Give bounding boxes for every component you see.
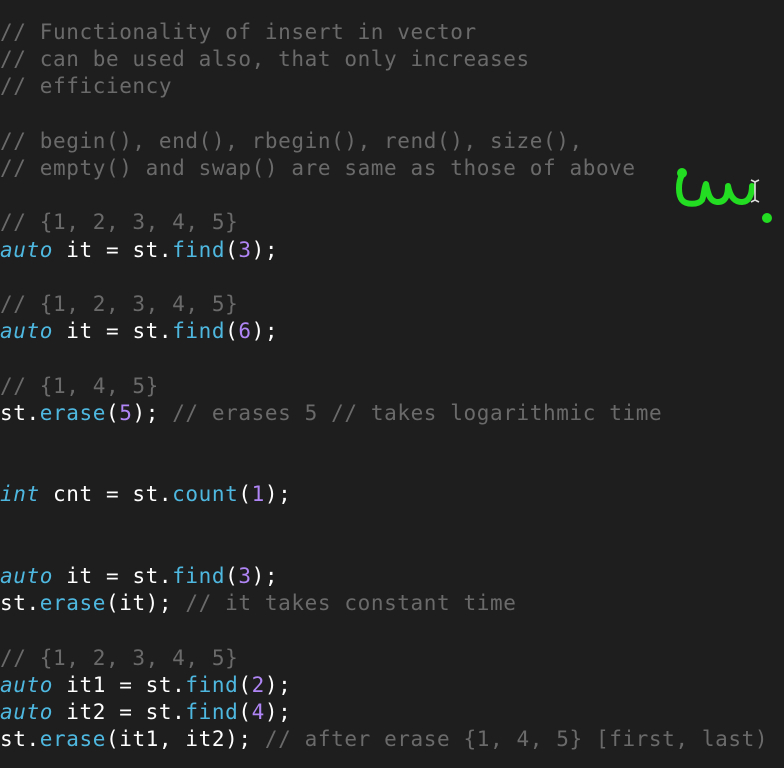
code-line[interactable]: // empty() and swap() are same as those … <box>0 155 636 182</box>
code-token: ); <box>264 672 292 697</box>
code-token: it = st. <box>52 319 173 344</box>
code-line[interactable]: auto it = st.find(6); <box>0 318 278 345</box>
keyword-token: auto <box>0 319 53 344</box>
keyword-token: auto <box>0 564 53 588</box>
keyword-token: auto <box>0 237 53 262</box>
code-token: ); <box>264 482 292 507</box>
comment-token: // begin(), end(), rbegin(), rend(), siz… <box>0 128 583 153</box>
code-token: ( <box>225 237 239 262</box>
code-line[interactable]: // can be used also, that only increases <box>0 46 530 73</box>
handwritten-scribble-icon <box>676 168 772 223</box>
number-token: 3 <box>238 237 252 262</box>
code-token: it = st. <box>52 564 173 588</box>
code-token: ( <box>238 482 252 507</box>
code-line[interactable]: int cnt = st.count(1); <box>0 481 291 508</box>
code-line[interactable]: // {1, 4, 5} <box>0 373 159 400</box>
code-line[interactable]: // begin(), end(), rbegin(), rend(), siz… <box>0 128 583 155</box>
code-line[interactable]: st.erase(it1, it2); // after erase {1, 4… <box>0 726 768 753</box>
code-line[interactable]: // efficiency <box>0 73 172 100</box>
function-token: erase <box>39 727 106 752</box>
code-line[interactable]: // {1, 2, 3, 4, 5} <box>0 645 238 672</box>
function-token: count <box>172 482 239 507</box>
code-line[interactable]: auto it = st.find(3); <box>0 563 278 590</box>
code-line[interactable]: // {1, 2, 3, 4, 5} <box>0 291 238 318</box>
code-token: cnt = st. <box>39 482 173 507</box>
code-token: ( <box>225 319 239 344</box>
comment-token: // {1, 2, 3, 4, 5} <box>0 645 239 670</box>
code-line[interactable]: st.erase(5); // erases 5 // takes logari… <box>0 400 662 427</box>
code-token: (it1, it2); <box>105 727 265 752</box>
text-cursor-icon <box>750 179 760 203</box>
comment-token: // it takes constant time <box>185 591 517 616</box>
keyword-token: int <box>0 482 40 507</box>
code-token: ); <box>251 237 279 262</box>
number-token: 1 <box>251 482 265 507</box>
code-line[interactable]: // Functionality of insert in vector <box>0 19 477 46</box>
code-line[interactable]: auto it = st.find(3); <box>0 237 278 264</box>
code-token: ( <box>238 672 252 697</box>
code-line[interactable]: st.erase(it); // it takes constant time <box>0 590 517 617</box>
function-token: find <box>185 672 239 697</box>
code-editor[interactable]: // Functionality of insert in vector // c… <box>0 0 784 768</box>
function-token: find <box>185 700 239 724</box>
code-token: it2 = st. <box>52 700 186 724</box>
code-token: it = st. <box>52 237 173 262</box>
code-token: st. <box>0 727 40 752</box>
code-token: ( <box>105 400 120 425</box>
number-token: 4 <box>251 700 265 724</box>
comment-token: // after erase {1, 4, 5} [first, last) <box>264 727 769 752</box>
comment-token: // {1, 2, 3, 4, 5} <box>0 210 239 235</box>
comment-token: // can be used also, that only increases <box>0 47 530 72</box>
code-token: st. <box>0 591 40 616</box>
code-token: ); <box>251 319 279 344</box>
function-token: erase <box>39 400 106 425</box>
code-token: st. <box>0 400 40 425</box>
code-token: ); <box>264 700 292 724</box>
number-token: 6 <box>238 319 252 344</box>
function-token: find <box>172 319 226 344</box>
code-line[interactable]: // {1, 2, 3, 4, 5} <box>0 209 238 236</box>
comment-token: // Functionality of insert in vector <box>0 20 477 44</box>
comment-token: // empty() and swap() are same as those … <box>0 156 636 180</box>
code-token: (it); <box>105 591 186 616</box>
comment-token: // erases 5 // takes logarithmic time <box>172 400 663 425</box>
code-line[interactable]: auto it2 = st.find(4); <box>0 699 291 726</box>
code-token: it1 = st. <box>52 672 186 697</box>
code-token: ); <box>251 564 279 588</box>
code-line[interactable]: auto it1 = st.find(2); <box>0 672 291 699</box>
code-token: ( <box>225 564 239 588</box>
code-token: ); <box>132 400 173 425</box>
number-token: 2 <box>251 672 265 697</box>
function-token: erase <box>39 591 106 616</box>
comment-token: // {1, 2, 3, 4, 5} <box>0 292 239 316</box>
keyword-token: auto <box>0 700 53 724</box>
function-token: find <box>172 237 226 262</box>
function-token: find <box>172 564 226 588</box>
keyword-token: auto <box>0 672 53 697</box>
number-token: 5 <box>119 400 133 425</box>
number-token: 3 <box>238 564 252 588</box>
comment-token: // efficiency <box>0 74 173 99</box>
code-token: ( <box>238 700 252 724</box>
comment-token: // {1, 4, 5} <box>0 373 159 398</box>
